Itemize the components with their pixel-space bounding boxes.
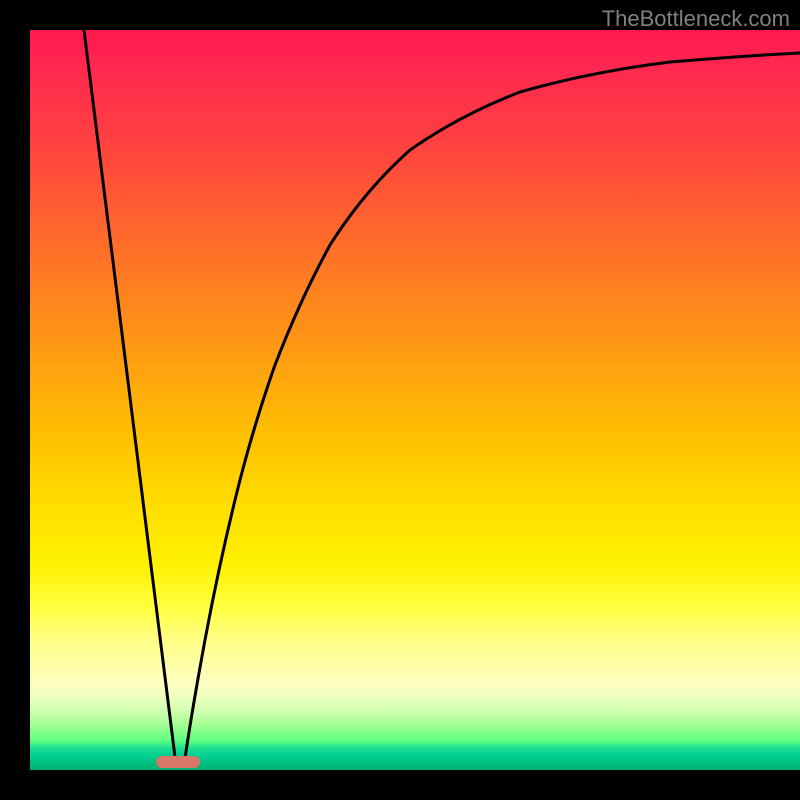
plot-area: [30, 30, 800, 770]
right-ascent-curve: [184, 53, 800, 765]
bottleneck-marker: [156, 756, 200, 768]
watermark-text: TheBottleneck.com: [602, 6, 790, 32]
left-descent-line: [84, 30, 176, 765]
chart-container: TheBottleneck.com: [0, 0, 800, 800]
bottleneck-curve: [30, 30, 800, 770]
